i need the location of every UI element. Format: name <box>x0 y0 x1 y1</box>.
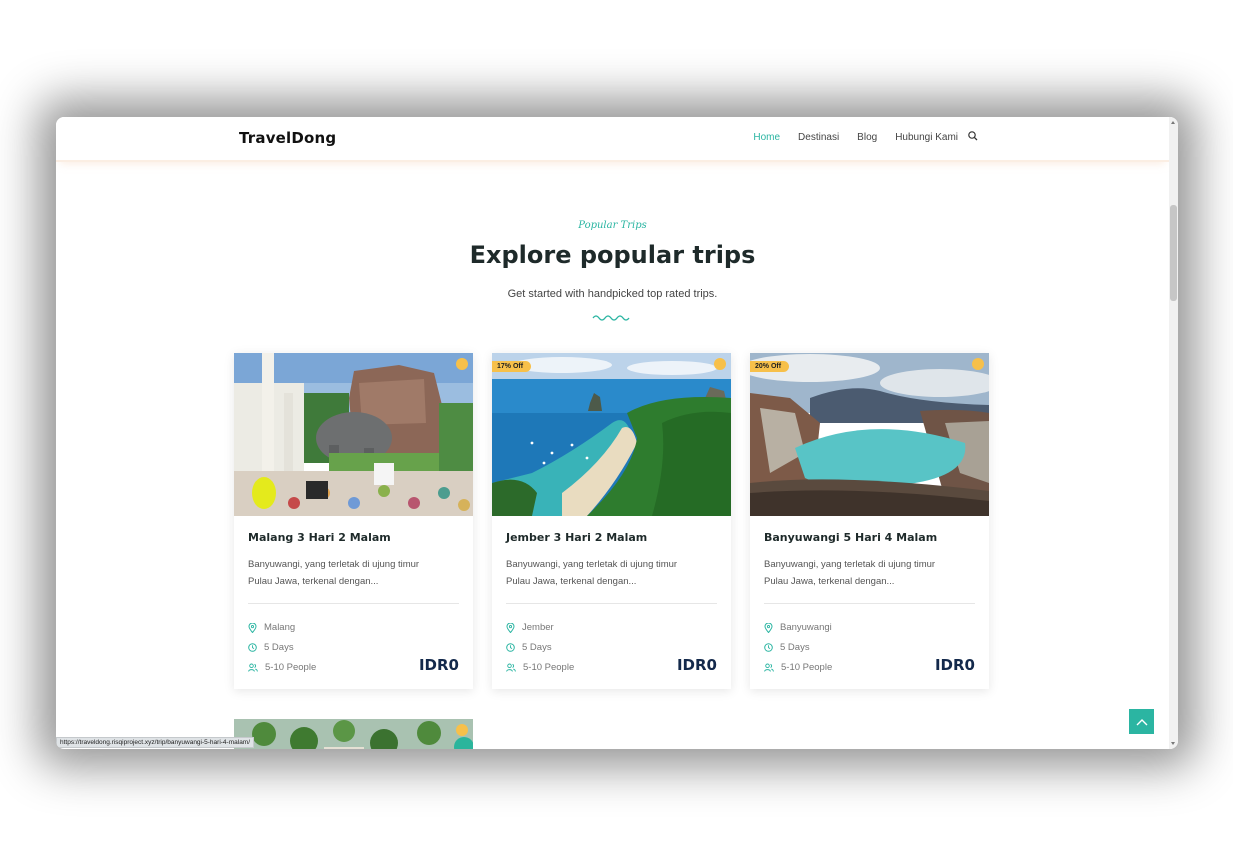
people-icon <box>248 663 258 672</box>
people-icon <box>506 663 516 672</box>
trip-price: IDR0 <box>676 656 717 674</box>
featured-crown-icon <box>456 358 468 370</box>
scroll-up-icon[interactable] <box>1171 121 1175 124</box>
back-to-top-button[interactable] <box>1129 709 1154 734</box>
trip-title[interactable]: Jember 3 Hari 2 Malam <box>506 531 647 544</box>
site-logo[interactable]: TravelDong <box>239 129 336 147</box>
trip-card[interactable]: Malang 3 Hari 2 Malam Banyuwangi, yang t… <box>234 353 473 689</box>
trip-description: Banyuwangi, yang terletak di ujung timur… <box>506 559 678 587</box>
clock-icon <box>248 643 257 652</box>
nav-item-home[interactable]: Home <box>753 132 780 143</box>
card-divider <box>764 603 975 604</box>
main-nav: Home Destinasi Blog Hubungi Kami <box>735 131 979 143</box>
location-pin-icon <box>506 622 515 633</box>
featured-crown-icon <box>456 724 468 736</box>
trip-card[interactable]: 20% Off Banyuwangi 5 Hari 4 Malam Banyuw… <box>750 353 989 689</box>
clock-icon <box>506 643 515 652</box>
wave-divider-icon <box>592 315 630 321</box>
trip-location: Banyuwangi <box>764 622 832 633</box>
browser-viewport: TravelDong Home Destinasi Blog Hubungi K… <box>56 117 1178 749</box>
trip-people: 5-10 People <box>506 662 574 673</box>
trip-description: Banyuwangi, yang terletak di ujung timur… <box>764 559 936 587</box>
trip-image[interactable] <box>750 353 989 516</box>
trip-duration: 5 Days <box>764 642 810 653</box>
trip-image[interactable] <box>234 353 473 516</box>
trip-description: Banyuwangi, yang terletak di ujung timur… <box>248 559 420 587</box>
section-description: Get started with handpicked top rated tr… <box>507 288 718 300</box>
featured-crown-icon <box>714 358 726 370</box>
scroll-down-icon[interactable] <box>1171 742 1175 745</box>
trip-title[interactable]: Banyuwangi 5 Hari 4 Malam <box>764 531 937 544</box>
trip-card[interactable]: 17% Off Jember 3 Hari 2 Malam Banyuwangi… <box>492 353 731 689</box>
trip-location: Malang <box>248 622 295 633</box>
trip-location: Jember <box>506 622 554 633</box>
card-divider <box>248 603 459 604</box>
section-title: Explore popular trips <box>469 241 756 269</box>
search-icon[interactable] <box>967 130 979 142</box>
page-scrollbar[interactable] <box>1169 117 1178 749</box>
site-header: TravelDong Home Destinasi Blog Hubungi K… <box>56 117 1169 162</box>
people-icon <box>764 663 774 672</box>
chevron-up-icon <box>1136 718 1147 725</box>
discount-badge: 17% Off <box>492 361 532 372</box>
trip-image[interactable] <box>234 719 473 749</box>
clock-icon <box>764 643 773 652</box>
trip-duration: 5 Days <box>506 642 552 653</box>
trip-people: 5-10 People <box>764 662 832 673</box>
location-pin-icon <box>248 622 257 633</box>
trip-image[interactable] <box>492 353 731 516</box>
nav-item-blog[interactable]: Blog <box>857 132 877 143</box>
location-pin-icon <box>764 622 773 633</box>
trip-duration: 5 Days <box>248 642 294 653</box>
trip-price: IDR0 <box>418 656 459 674</box>
trip-people: 5-10 People <box>248 662 316 673</box>
scrollbar-thumb[interactable] <box>1170 205 1177 301</box>
card-divider <box>506 603 717 604</box>
trip-title[interactable]: Malang 3 Hari 2 Malam <box>248 531 391 544</box>
trip-card-partial[interactable] <box>234 719 473 749</box>
discount-badge: 20% Off <box>750 361 790 372</box>
featured-crown-icon <box>972 358 984 370</box>
section-subtitle: Popular Trips <box>578 220 647 231</box>
trip-price: IDR0 <box>934 656 975 674</box>
nav-item-hubungi-kami[interactable]: Hubungi Kami <box>895 132 958 143</box>
nav-item-destinasi[interactable]: Destinasi <box>798 132 839 143</box>
status-bar-url: https://traveldong.risqiproject.xyz/trip… <box>56 737 255 748</box>
